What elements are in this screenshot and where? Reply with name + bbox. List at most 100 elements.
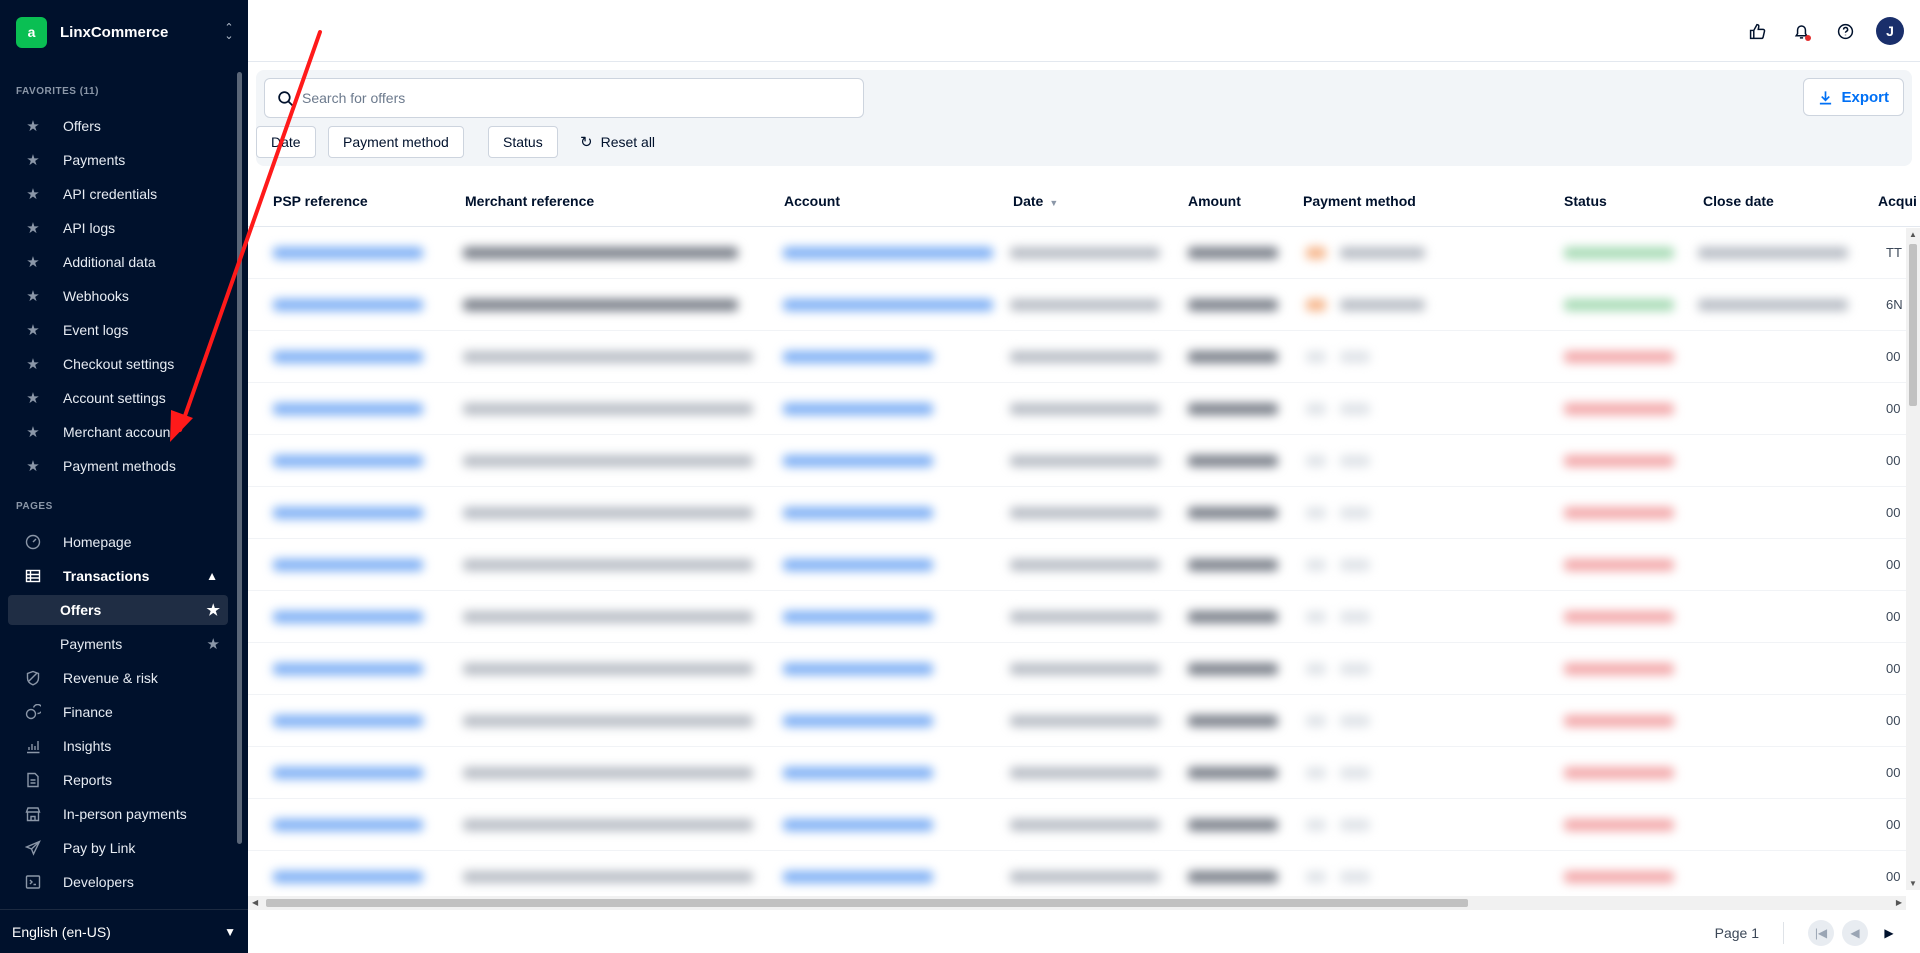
redacted-cell <box>783 403 933 415</box>
column-header-close-date[interactable]: Close date <box>1703 193 1774 209</box>
first-page-button[interactable]: |◀ <box>1808 920 1834 946</box>
sidebar-item-developers[interactable]: Developers <box>8 867 228 897</box>
redacted-cell <box>1340 299 1425 311</box>
redacted-cell <box>783 611 933 623</box>
column-header-amount[interactable]: Amount <box>1188 193 1241 209</box>
previous-page-button[interactable]: ◀ <box>1842 920 1868 946</box>
table-row[interactable]: 00 <box>248 799 1920 851</box>
sidebar-item-finance[interactable]: Finance <box>8 697 228 727</box>
redacted-cell <box>273 403 423 415</box>
table-row[interactable]: 00 <box>248 487 1920 539</box>
redacted-cell <box>1698 299 1848 311</box>
table-vertical-scrollbar[interactable]: ▲ ▼ <box>1906 228 1920 890</box>
column-header-acquirer[interactable]: Acqui <box>1878 193 1917 209</box>
favorite-item-event-logs[interactable]: ★ Event logs <box>8 315 228 345</box>
coins-icon <box>25 704 41 720</box>
search-input[interactable] <box>302 90 842 106</box>
search-box[interactable] <box>264 78 864 118</box>
favorite-item-webhooks[interactable]: ★ Webhooks <box>8 281 228 311</box>
redacted-cell <box>463 819 753 831</box>
redacted-cell <box>1306 715 1326 727</box>
sidebar-item-insights[interactable]: Insights <box>8 731 228 761</box>
redacted-cell <box>1010 819 1160 831</box>
redacted-cell <box>1564 819 1674 831</box>
favorite-item-label: Payment methods <box>63 458 176 474</box>
sidebar-item-in-person-payments[interactable]: In-person payments <box>8 799 228 829</box>
column-header-status[interactable]: Status <box>1564 193 1607 209</box>
table-row[interactable]: 00 <box>248 591 1920 643</box>
thumbs-up-icon[interactable] <box>1744 18 1770 44</box>
filter-chip-date[interactable]: Date <box>256 126 316 158</box>
table-icon <box>25 568 41 584</box>
redacted-cell <box>1010 715 1160 727</box>
star-icon: ★ <box>26 118 40 135</box>
favorite-item-merchant-account[interactable]: ★ Merchant account <box>8 417 228 447</box>
star-icon[interactable]: ★ <box>207 635 220 653</box>
redacted-cell <box>1340 247 1425 259</box>
column-header-label: Date <box>1013 193 1044 209</box>
table-row[interactable]: 00 <box>248 643 1920 695</box>
language-selector[interactable]: English (en-US) ▼ <box>0 909 248 953</box>
table-row[interactable]: TT <box>248 227 1920 279</box>
table-horizontal-scrollbar[interactable]: ◀ ▶ <box>248 896 1906 910</box>
sidebar-item-pay-by-link[interactable]: Pay by Link <box>8 833 228 863</box>
scrollbar-thumb[interactable] <box>1909 244 1917 406</box>
table-row[interactable]: 00 <box>248 331 1920 383</box>
redacted-cell <box>1188 507 1278 519</box>
table-row[interactable]: 00 <box>248 383 1920 435</box>
star-icon[interactable]: ★ <box>207 601 220 619</box>
help-icon[interactable] <box>1832 18 1858 44</box>
scrollbar-thumb[interactable] <box>266 899 1468 907</box>
sidebar-item-offers[interactable]: Offers ★ <box>8 595 228 625</box>
favorite-item-additional-data[interactable]: ★ Additional data <box>8 247 228 277</box>
account-switcher[interactable]: a LinxCommerce ⌃ ⌄ <box>16 16 236 48</box>
favorite-item-api-credentials[interactable]: ★ API credentials <box>8 179 228 209</box>
reset-all-label: Reset all <box>600 134 656 150</box>
filter-chip-status[interactable]: Status <box>488 126 558 158</box>
bell-icon[interactable] <box>1788 18 1814 44</box>
favorite-item-checkout-settings[interactable]: ★ Checkout settings <box>8 349 228 379</box>
favorite-item-account-settings[interactable]: ★ Account settings <box>8 383 228 413</box>
favorite-item-api-logs[interactable]: ★ API logs <box>8 213 228 243</box>
redacted-cell <box>783 299 993 311</box>
redacted-cell <box>273 299 423 311</box>
redacted-cell <box>1306 559 1326 571</box>
sidebar-item-homepage[interactable]: Homepage <box>8 527 228 557</box>
favorite-item-offers[interactable]: ★ Offers <box>8 111 228 141</box>
filter-chip-payment-method[interactable]: Payment method <box>328 126 464 158</box>
redacted-cell <box>783 819 933 831</box>
table-row[interactable]: 00 <box>248 747 1920 799</box>
next-page-button[interactable]: ▶ <box>1876 920 1902 946</box>
table-row[interactable]: 00 <box>248 851 1920 895</box>
sidebar-item-reports[interactable]: Reports <box>8 765 228 795</box>
redacted-cell <box>1306 455 1326 467</box>
table-row[interactable]: 6N <box>248 279 1920 331</box>
column-header-account[interactable]: Account <box>784 193 840 209</box>
table-row[interactable]: 00 <box>248 695 1920 747</box>
redacted-cell <box>1306 871 1326 883</box>
code-icon <box>25 874 41 890</box>
bar-chart-icon <box>25 738 41 754</box>
gauge-icon <box>25 534 41 550</box>
column-header-date[interactable]: Date ▼ <box>1013 193 1058 209</box>
redacted-cell <box>1564 559 1674 571</box>
sidebar-item-revenue-risk[interactable]: Revenue & risk <box>8 663 228 693</box>
avatar[interactable]: J <box>1876 17 1904 45</box>
reset-all-button[interactable]: ↻ Reset all <box>580 126 655 158</box>
favorite-item-payments[interactable]: ★ Payments <box>8 145 228 175</box>
star-icon: ★ <box>26 322 40 339</box>
favorite-item-payment-methods[interactable]: ★ Payment methods <box>8 451 228 481</box>
export-button[interactable]: Export <box>1803 78 1904 116</box>
sidebar-item-transactions[interactable]: Transactions ▲ <box>8 561 228 591</box>
column-header-payment-method[interactable]: Payment method <box>1303 193 1416 209</box>
column-header-merchant-reference[interactable]: Merchant reference <box>465 193 594 209</box>
table-row[interactable]: 00 <box>248 539 1920 591</box>
star-icon: ★ <box>26 220 40 237</box>
sidebar-scrollbar[interactable] <box>237 72 242 844</box>
column-header-psp-reference[interactable]: PSP reference <box>273 193 368 209</box>
sidebar-item-payments[interactable]: Payments ★ <box>8 629 228 659</box>
redacted-cell <box>1340 663 1370 675</box>
table-row[interactable]: 00 <box>248 435 1920 487</box>
language-label: English (en-US) <box>12 923 111 940</box>
redacted-cell <box>463 559 753 571</box>
